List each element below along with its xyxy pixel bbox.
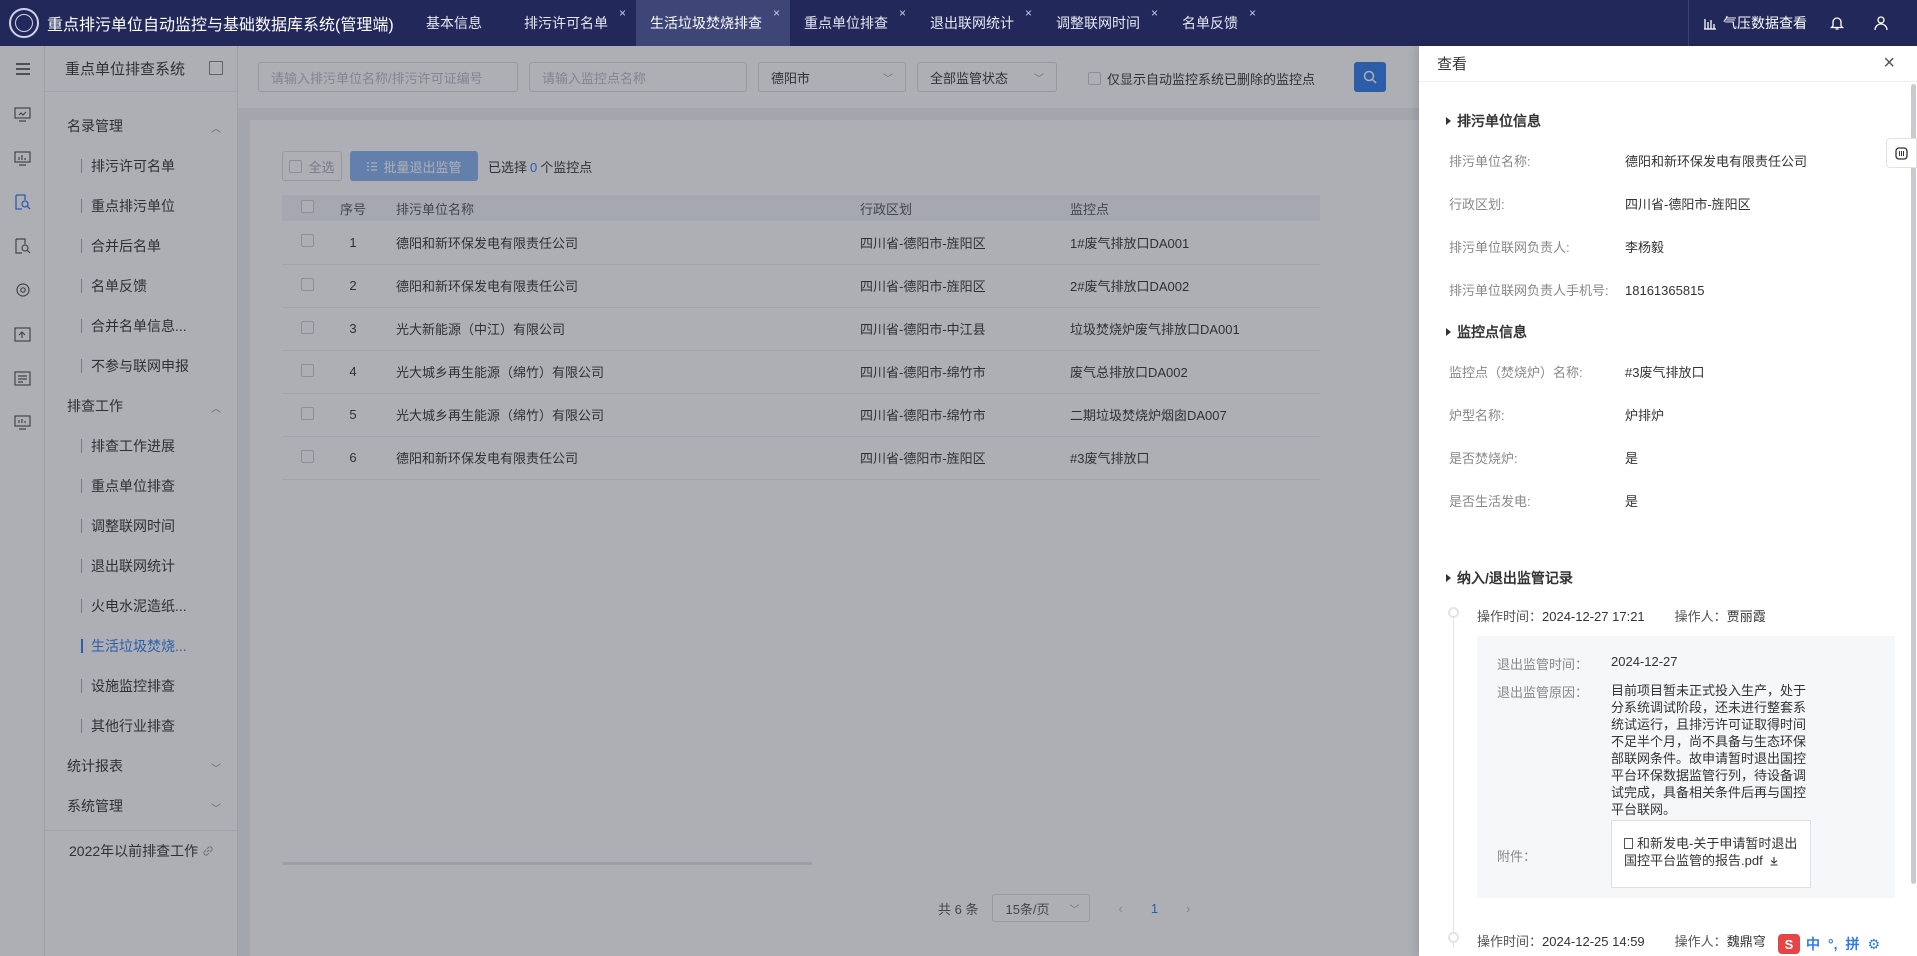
record-meta: 操作时间：2024-12-27 17:21 操作人：贾丽霞 <box>1477 609 1766 624</box>
close-icon[interactable]: × <box>899 6 906 20</box>
app-title: 重点排污单位自动监控与基础数据库系统(管理端) <box>47 17 394 34</box>
field-is-power: 是否生活发电: 是 <box>1449 494 1639 509</box>
section-records: 纳入/退出监管记录 <box>1446 568 1573 588</box>
section-unit-info: 排污单位信息 <box>1446 111 1541 131</box>
user-button[interactable] <box>1873 15 1895 31</box>
drawer-header: 查看 × <box>1419 46 1917 82</box>
close-icon[interactable]: × <box>1151 6 1158 20</box>
close-icon[interactable]: × <box>619 6 626 20</box>
field-is-incinerator: 是否焚烧炉: 是 <box>1449 451 1639 466</box>
top-bar: 重点排污单位自动监控与基础数据库系统(管理端) 基本信息 排污许可名单 × 生活垃… <box>0 0 1917 46</box>
logo-icon <box>9 8 39 38</box>
exit-reason: 目前项目暂未正式投入生产，处于分系统调试阶段，还未进行整套系统试运行，且排污许可… <box>1611 683 1807 817</box>
ime-toolbar[interactable]: S 中 °, 拼 ⚙ <box>1776 932 1917 956</box>
field-point-name: 监控点（焚烧炉）名称: #3废气排放口 <box>1449 365 1705 380</box>
field-contact-phone: 排污单位联网负责人手机号: 18161365815 <box>1449 283 1705 298</box>
tab-key-unit-check[interactable]: 重点单位排查 × <box>790 0 916 46</box>
field-unit-name: 排污单位名称: 德阳和新环保发电有限责任公司 <box>1449 154 1808 169</box>
download-icon[interactable] <box>1769 856 1779 866</box>
timeline-dot <box>1448 607 1459 618</box>
close-icon[interactable]: × <box>1883 52 1895 75</box>
detail-drawer: 查看 × 排污单位信息 排污单位名称: 德阳和新环保发电有限责任公司 行政区划: 四… <box>1419 46 1917 956</box>
gear-icon[interactable]: ⚙ <box>1868 936 1881 953</box>
timeline-dot <box>1448 932 1459 943</box>
tab-list-feedback[interactable]: 名单反馈 × <box>1168 0 1266 46</box>
book-icon <box>1895 146 1908 160</box>
record-meta: 操作时间：2024-12-25 14:59 操作人：魏鼎穹 <box>1477 934 1766 949</box>
tab-permit-list[interactable]: 排污许可名单 × <box>510 0 636 46</box>
tab-strip: 基本信息 排污许可名单 × 生活垃圾焚烧排查 × 重点单位排查 × 退出联网统计 × 调… <box>412 0 1266 46</box>
drawer-scrollbar[interactable] <box>1911 84 1916 884</box>
section-point-info: 监控点信息 <box>1446 322 1527 342</box>
top-right-actions: 气压数据查看 <box>1688 0 1917 46</box>
drawer-title: 查看 <box>1437 56 1468 73</box>
tab-adjust-time[interactable]: 调整联网时间 × <box>1042 0 1168 46</box>
exit-time: 2024-12-27 <box>1611 654 1678 669</box>
notification-button[interactable] <box>1829 15 1851 31</box>
timeline-line <box>1453 618 1454 948</box>
file-icon <box>1624 838 1633 849</box>
pressure-data-link[interactable]: 气压数据查看 <box>1703 13 1807 33</box>
modal-overlay[interactable] <box>0 46 1419 956</box>
sogou-logo-icon: S <box>1778 934 1800 954</box>
bell-icon <box>1829 17 1845 30</box>
field-contact: 排污单位联网负责人: 李杨毅 <box>1449 240 1665 255</box>
tab-exit-stats[interactable]: 退出联网统计 × <box>916 0 1042 46</box>
field-furnace-type: 炉型名称: 炉排炉 <box>1449 408 1665 423</box>
close-icon[interactable]: × <box>1025 6 1032 20</box>
floating-tool-button[interactable] <box>1886 138 1917 168</box>
chart-icon <box>1704 19 1716 30</box>
record-detail: 退出监管时间： 2024-12-27 退出监管原因： 目前项目暂未正式投入生产，… <box>1477 636 1895 898</box>
close-icon[interactable]: × <box>1249 6 1256 20</box>
tab-basic-info[interactable]: 基本信息 <box>412 0 510 46</box>
close-icon[interactable]: × <box>773 6 780 20</box>
tab-waste-incineration[interactable]: 生活垃圾焚烧排查 × <box>636 0 790 46</box>
attachment-link[interactable]: 和新发电-关于申请暂时退出国控平台监管的报告.pdf <box>1611 820 1811 888</box>
field-region: 行政区划: 四川省-德阳市-旌阳区 <box>1449 197 1751 212</box>
user-icon <box>1874 16 1888 31</box>
